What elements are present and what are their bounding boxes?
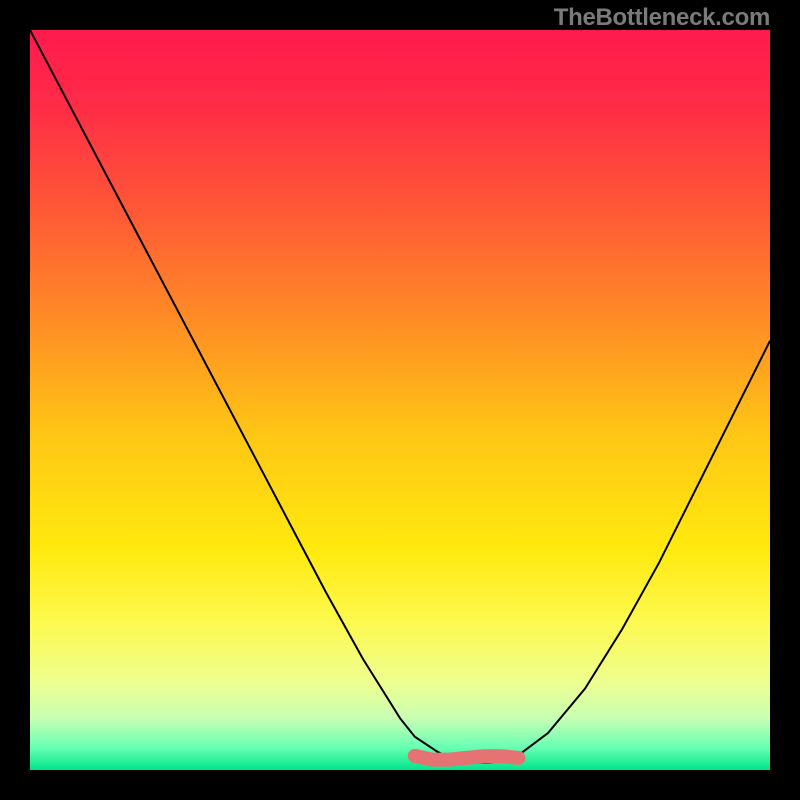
attribution-text: TheBottleneck.com <box>554 4 770 32</box>
background-gradient <box>30 30 770 770</box>
chart-frame: TheBottleneck.com <box>0 0 800 800</box>
plot-area <box>30 30 770 770</box>
gradient-rect <box>30 30 770 770</box>
